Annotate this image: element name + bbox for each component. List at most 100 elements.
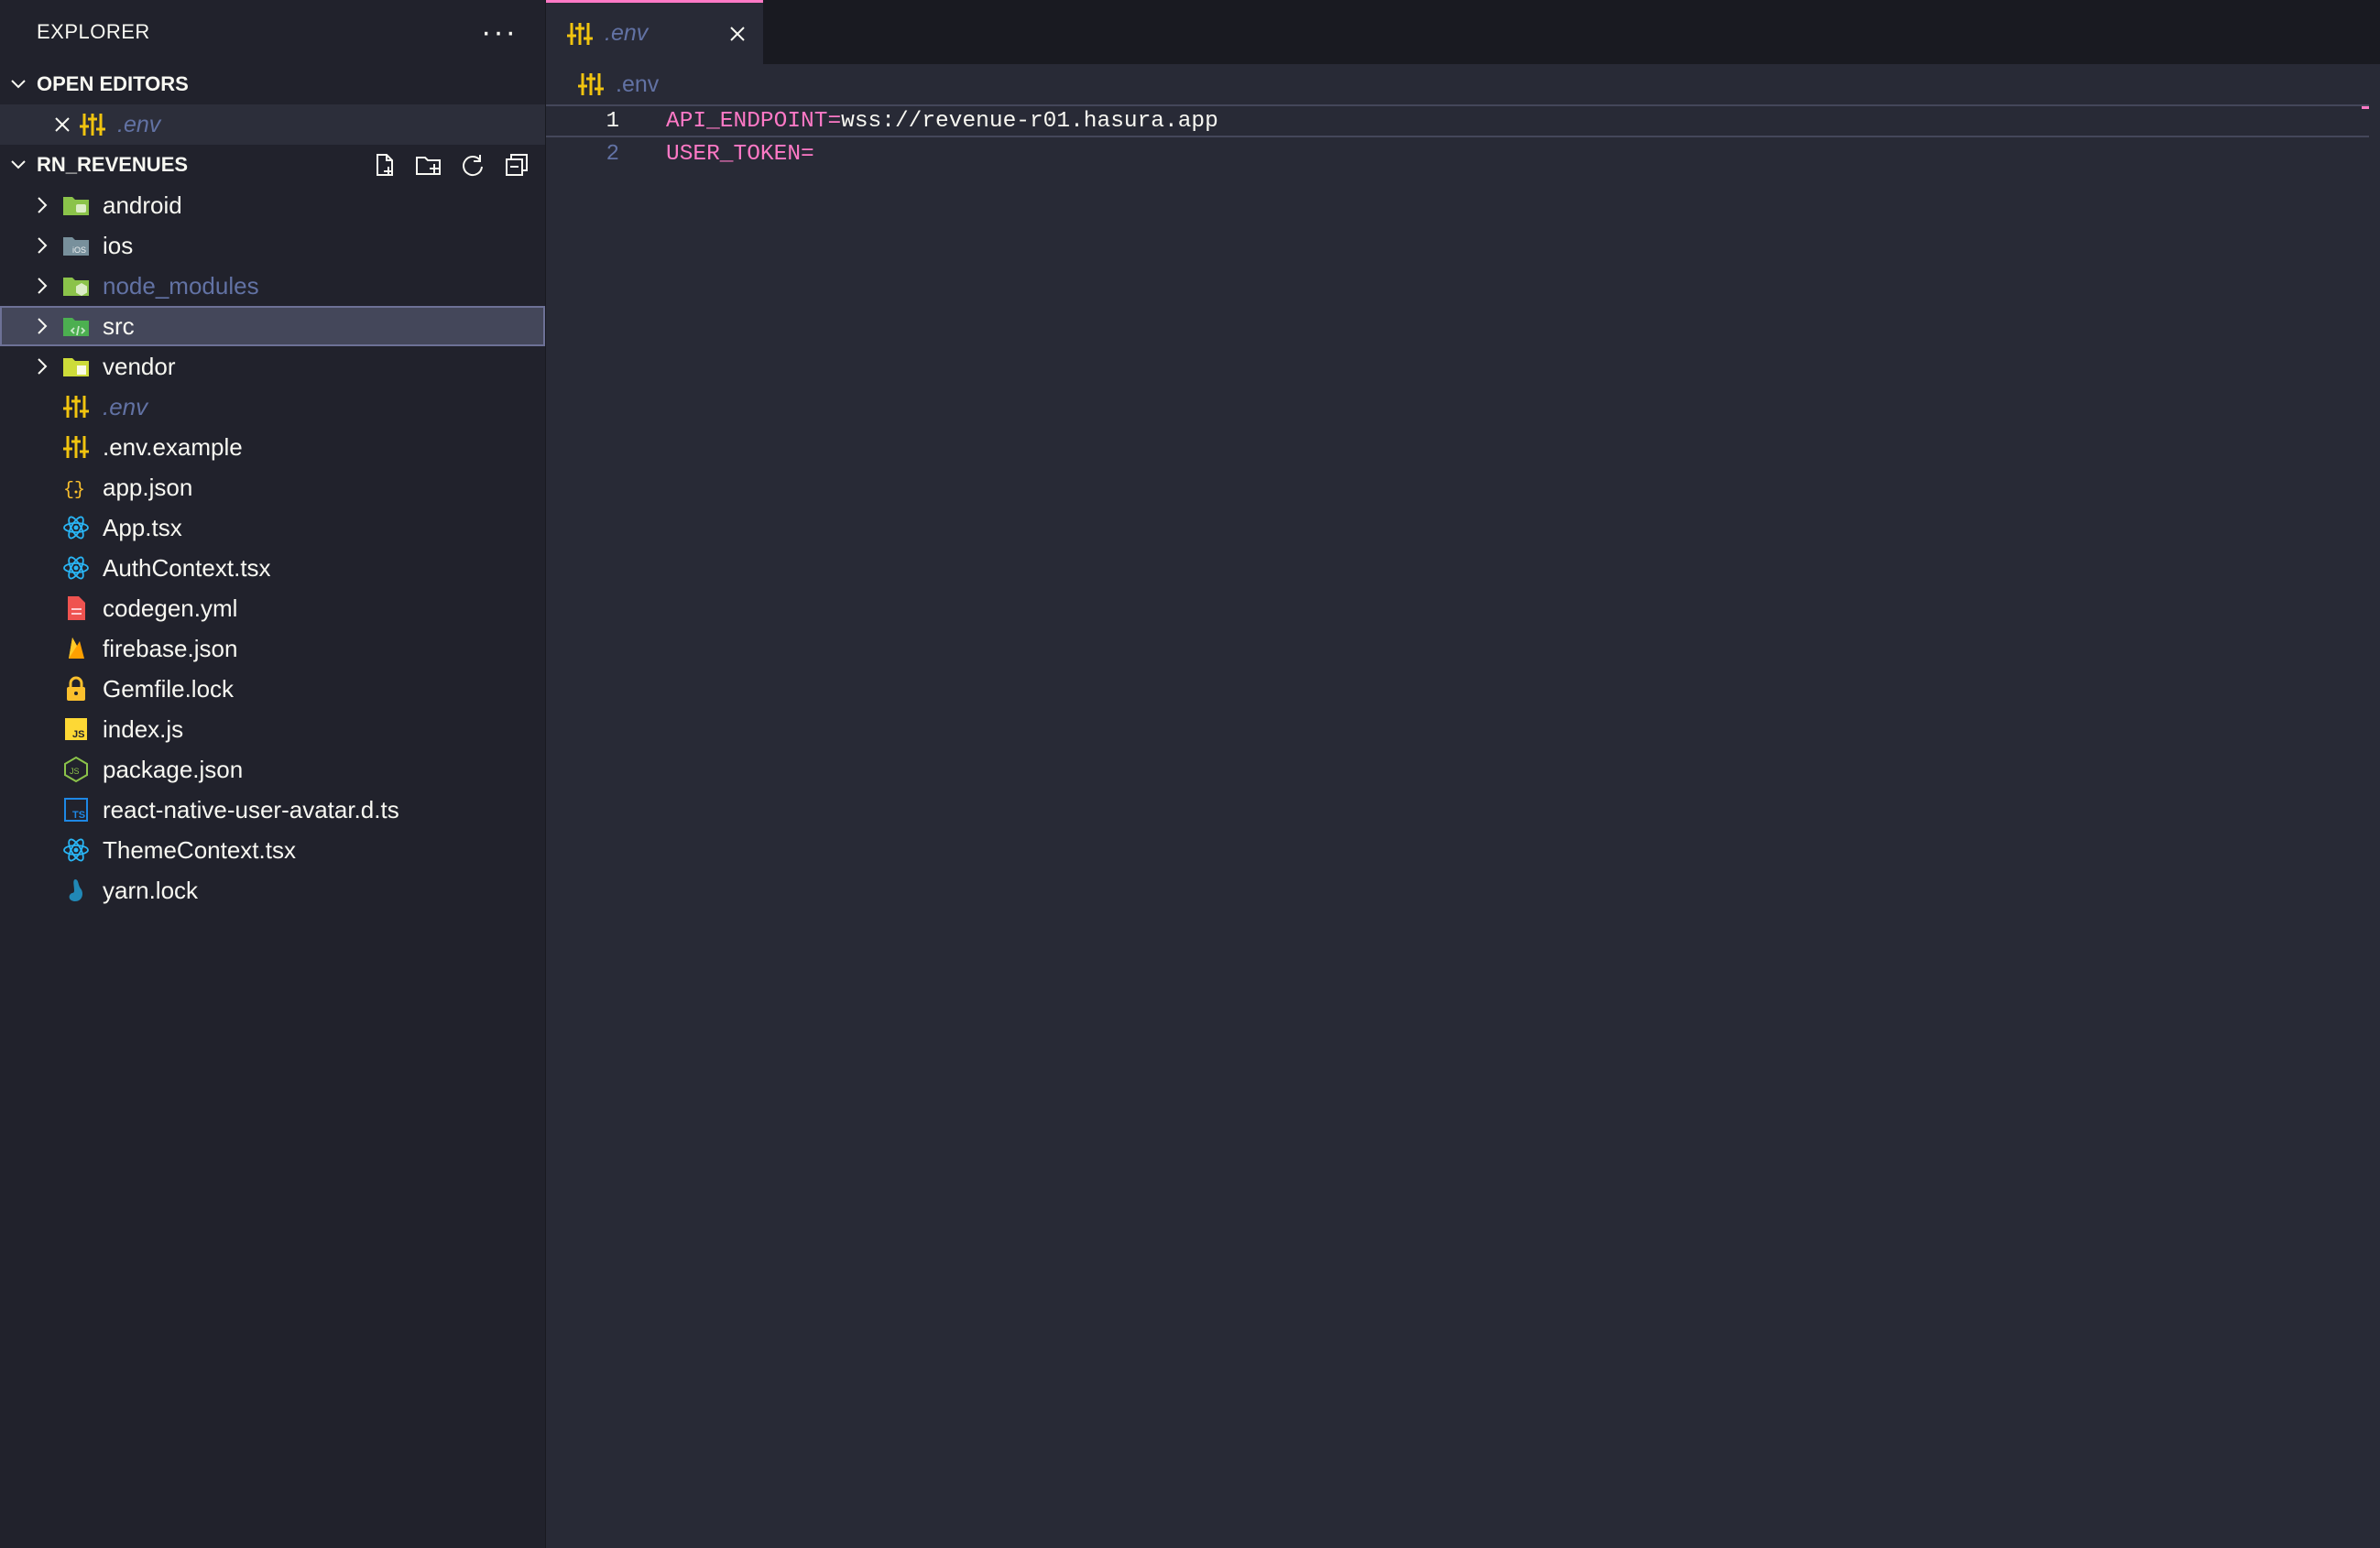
svg-text:iOS: iOS	[72, 245, 86, 255]
tree-file-authcontext[interactable]: AuthContext.tsx	[0, 548, 545, 588]
close-icon[interactable]	[48, 110, 77, 139]
new-folder-icon[interactable]	[413, 149, 444, 180]
chevron-down-icon	[0, 155, 37, 175]
yarn-icon	[62, 877, 90, 904]
new-file-icon[interactable]	[369, 149, 400, 180]
tree-file-app-json[interactable]: {} app.json	[0, 467, 545, 507]
explorer-title: EXPLORER	[37, 20, 150, 43]
env-settings-icon	[79, 111, 106, 138]
project-actions	[369, 145, 532, 185]
line-number: 1	[606, 108, 619, 134]
code-editor[interactable]: 1 API_ENDPOINT=wss://revenue-r01.hasura.…	[546, 104, 2380, 1548]
tree-folder-vendor[interactable]: vendor	[0, 346, 545, 387]
env-equals: =	[801, 141, 814, 167]
open-editors-header[interactable]: OPEN EDITORS	[0, 64, 545, 104]
tree-label: android	[103, 191, 182, 219]
refresh-icon[interactable]	[457, 149, 488, 180]
collapse-all-icon[interactable]	[501, 149, 532, 180]
open-editor-label: .env	[117, 111, 161, 137]
chevron-right-icon	[31, 234, 53, 256]
close-icon[interactable]	[723, 19, 752, 49]
react-icon	[62, 554, 90, 582]
yaml-icon	[62, 594, 90, 622]
line-content: USER_TOKEN=	[666, 142, 814, 167]
chevron-down-icon	[0, 74, 37, 94]
react-icon	[62, 836, 90, 864]
env-settings-icon	[62, 393, 90, 420]
tree-label: Gemfile.lock	[103, 674, 235, 703]
tree-file-avatar-dts[interactable]: TS react-native-user-avatar.d.ts	[0, 790, 545, 830]
breadcrumb[interactable]: .env	[546, 64, 2380, 104]
env-value: wss://revenue-r01.hasura.app	[841, 108, 1218, 134]
chevron-right-icon	[31, 355, 53, 377]
tree-folder-android[interactable]: android	[0, 185, 545, 225]
project-title: RN_REVENUES	[37, 153, 189, 176]
explorer-header: EXPLORER ···	[0, 0, 545, 64]
svg-text:TS: TS	[72, 810, 85, 821]
tree-label: vendor	[103, 352, 176, 380]
env-key: USER_TOKEN	[666, 141, 802, 167]
env-settings-icon	[566, 20, 594, 48]
tree-label: app.json	[103, 473, 193, 501]
tree-label: .env.example	[103, 432, 243, 461]
lock-icon	[62, 675, 90, 703]
android-folder-icon	[62, 191, 90, 219]
tree-label: ThemeContext.tsx	[103, 835, 296, 864]
env-key: API_ENDPOINT	[666, 108, 828, 134]
tree-label: src	[103, 311, 135, 340]
project-header[interactable]: RN_REVENUES	[0, 145, 545, 185]
more-actions-button[interactable]: ···	[481, 16, 518, 48]
tree-file-themecontext[interactable]: ThemeContext.tsx	[0, 830, 545, 870]
open-editor-item[interactable]: .env	[0, 104, 545, 145]
tree-file-firebase[interactable]: firebase.json	[0, 628, 545, 669]
tree-label: node_modules	[103, 271, 259, 300]
tab-env[interactable]: .env	[546, 0, 763, 64]
chevron-right-icon	[31, 194, 53, 216]
line-number: 2	[606, 141, 619, 167]
typescript-icon: TS	[62, 796, 90, 823]
svg-text:JS: JS	[72, 729, 84, 740]
tree-label: App.tsx	[103, 513, 182, 541]
tree-file-yarn-lock[interactable]: yarn.lock	[0, 870, 545, 910]
vendor-folder-icon	[62, 353, 90, 380]
tree-file-env-example[interactable]: .env.example	[0, 427, 545, 467]
tree-label: react-native-user-avatar.d.ts	[103, 795, 399, 823]
chevron-right-icon	[31, 275, 53, 297]
tree-folder-ios[interactable]: iOS ios	[0, 225, 545, 266]
javascript-icon: JS	[62, 715, 90, 743]
explorer-sidebar: EXPLORER ··· OPEN EDITORS .env RN_REVENU…	[0, 0, 546, 1548]
env-settings-icon	[577, 71, 605, 98]
breadcrumb-label: .env	[616, 71, 660, 97]
tree-file-gemfile-lock[interactable]: Gemfile.lock	[0, 669, 545, 709]
react-icon	[62, 514, 90, 541]
src-folder-icon	[62, 312, 90, 340]
chevron-right-icon	[31, 315, 53, 337]
tree-file-codegen[interactable]: codegen.yml	[0, 588, 545, 628]
env-equals: =	[827, 108, 842, 134]
overview-ruler-marker	[2362, 106, 2369, 109]
tree-file-index-js[interactable]: JS index.js	[0, 709, 545, 749]
svg-text:JS: JS	[70, 767, 80, 776]
editor-tab-bar: .env	[546, 0, 2380, 64]
nodejs-icon: JS	[62, 756, 90, 783]
tree-file-app-tsx[interactable]: App.tsx	[0, 507, 545, 548]
node-folder-icon	[62, 272, 90, 300]
tree-label: ios	[103, 231, 134, 259]
tree-label: AuthContext.tsx	[103, 553, 271, 582]
code-line[interactable]: 2 USER_TOKEN=	[546, 137, 2380, 170]
tree-label: index.js	[103, 714, 184, 743]
tree-folder-node-modules[interactable]: node_modules	[0, 266, 545, 306]
tree-file-package-json[interactable]: JS package.json	[0, 749, 545, 790]
open-editors-title: OPEN EDITORS	[37, 72, 189, 95]
tree-label: .env	[103, 392, 148, 420]
code-line[interactable]: 1 API_ENDPOINT=wss://revenue-r01.hasura.…	[546, 104, 2369, 137]
tree-file-env[interactable]: .env	[0, 387, 545, 427]
tree-label: firebase.json	[103, 634, 238, 662]
ios-folder-icon: iOS	[62, 232, 90, 259]
tree-label: package.json	[103, 755, 244, 783]
json-icon: {}	[62, 474, 90, 501]
svg-text:{}: {}	[63, 480, 85, 501]
line-content: API_ENDPOINT=wss://revenue-r01.hasura.ap…	[666, 109, 1218, 134]
tree-folder-src[interactable]: src	[0, 306, 545, 346]
firebase-icon	[62, 635, 90, 662]
